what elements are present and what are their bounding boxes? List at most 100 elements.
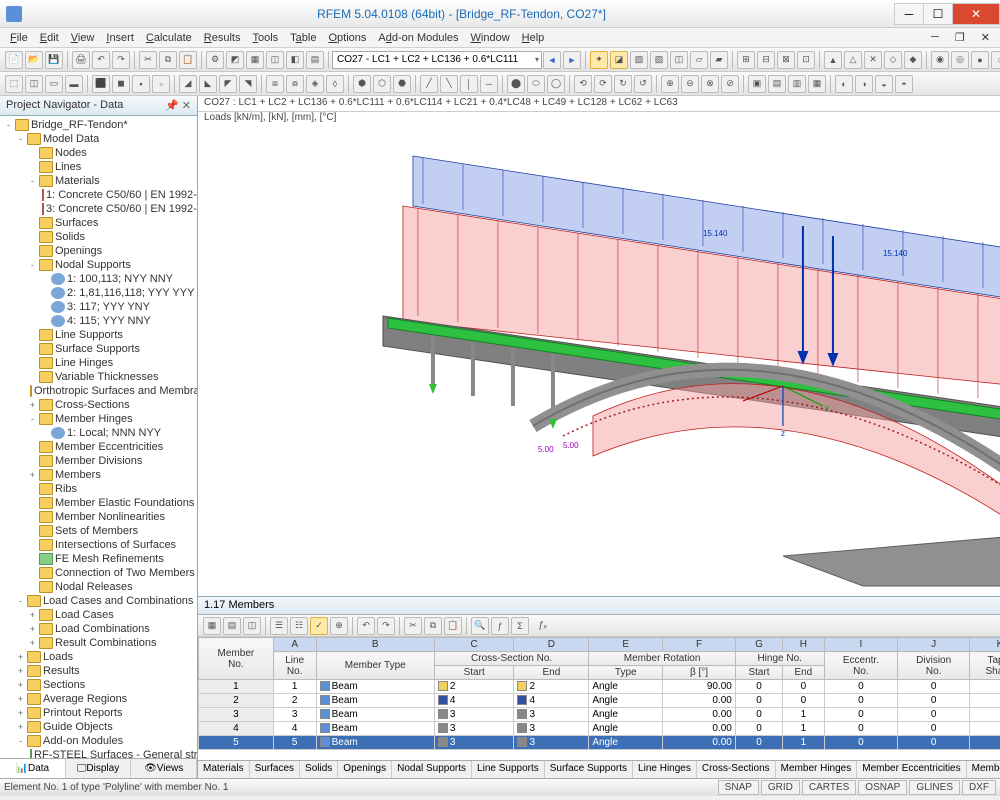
tool-icon[interactable]: ▤ bbox=[768, 75, 786, 93]
tool-icon[interactable]: ◓ bbox=[895, 75, 913, 93]
status-osnap[interactable]: OSNAP bbox=[858, 780, 907, 795]
tree-item[interactable]: +Members bbox=[0, 468, 197, 482]
tool-icon[interactable]: ⊠ bbox=[777, 51, 795, 69]
tool-icon[interactable]: ▦ bbox=[246, 51, 264, 69]
tree-item[interactable]: 2: 1,81,116,118; YYY YYY bbox=[0, 286, 197, 300]
tool-icon[interactable]: │ bbox=[460, 75, 478, 93]
tool-icon[interactable]: ▰ bbox=[710, 51, 728, 69]
tool-icon[interactable]: ▨ bbox=[650, 51, 668, 69]
tool-icon[interactable]: ⧈ bbox=[266, 75, 284, 93]
tool-icon[interactable]: ◑ bbox=[855, 75, 873, 93]
tree-item[interactable]: -Member Hinges bbox=[0, 412, 197, 426]
tool-icon[interactable]: ◤ bbox=[219, 75, 237, 93]
tool-icon[interactable]: ◉ bbox=[931, 51, 949, 69]
tool-icon[interactable]: ◫ bbox=[243, 617, 261, 635]
tree-item[interactable]: Surface Supports bbox=[0, 342, 197, 356]
table-tab[interactable]: Solids bbox=[300, 761, 338, 778]
tree-item[interactable]: Intersections of Surfaces bbox=[0, 538, 197, 552]
menu-addon[interactable]: Add-on Modules bbox=[372, 30, 464, 46]
tool-icon[interactable]: ⊖ bbox=[681, 75, 699, 93]
members-table[interactable]: MemberNo.ABCDEFGHIJKLMNOLineNo.Member Ty… bbox=[198, 637, 1000, 760]
table-tab[interactable]: Member Divisions bbox=[967, 761, 1000, 778]
tab-display[interactable]: 🖵 Display bbox=[66, 759, 132, 778]
cut-icon[interactable]: ✂ bbox=[139, 51, 157, 69]
menu-file[interactable]: File bbox=[4, 30, 34, 46]
tool-icon[interactable]: ⊡ bbox=[797, 51, 815, 69]
tool-icon[interactable]: ✦ bbox=[590, 51, 608, 69]
tree-item[interactable]: -Load Cases and Combinations bbox=[0, 594, 197, 608]
tree-item[interactable]: Member Elastic Foundations bbox=[0, 496, 197, 510]
tree-item[interactable]: Member Eccentricities bbox=[0, 440, 197, 454]
tool-icon[interactable]: ⬣ bbox=[393, 75, 411, 93]
tool-icon[interactable]: ⊕ bbox=[661, 75, 679, 93]
tool-icon[interactable]: ◫ bbox=[25, 75, 43, 93]
tree-item[interactable]: 1: Concrete C50/60 | EN 1992-1 bbox=[0, 188, 197, 202]
loadcase-combo[interactable]: CO27 - LC1 + LC2 + LC136 + 0.6*LC111 bbox=[332, 51, 542, 69]
tool-icon[interactable]: ▭ bbox=[45, 75, 63, 93]
tool-icon[interactable]: 📋 bbox=[444, 617, 462, 635]
tree-item[interactable]: +Sections bbox=[0, 678, 197, 692]
tree-item[interactable]: Connection of Two Members bbox=[0, 566, 197, 580]
tool-icon[interactable]: ◊ bbox=[326, 75, 344, 93]
tree-item[interactable]: +Loads bbox=[0, 650, 197, 664]
tool-icon[interactable]: ▲ bbox=[824, 51, 842, 69]
tool-icon[interactable]: ✕ bbox=[864, 51, 882, 69]
tree-item[interactable]: Variable Thicknesses bbox=[0, 370, 197, 384]
tree-item[interactable]: -Nodal Supports bbox=[0, 258, 197, 272]
menu-view[interactable]: View bbox=[65, 30, 101, 46]
tool-icon[interactable]: Σ bbox=[511, 617, 529, 635]
minimize-button[interactable]: ─ bbox=[894, 3, 924, 25]
mdi-restore[interactable]: ❐ bbox=[949, 29, 971, 46]
tool-icon[interactable]: ▫ bbox=[152, 75, 170, 93]
tree-item[interactable]: 3: 117; YYY YNY bbox=[0, 300, 197, 314]
tree-item[interactable]: -Add-on Modules bbox=[0, 734, 197, 748]
table-tab[interactable]: Member Hinges bbox=[776, 761, 858, 778]
tree-item[interactable]: 3: Concrete C50/60 | EN 1992-1 bbox=[0, 202, 197, 216]
tool-icon[interactable]: ↺ bbox=[634, 75, 652, 93]
close-button[interactable]: ✕ bbox=[952, 3, 1000, 25]
tree-item[interactable]: +Results bbox=[0, 664, 197, 678]
tool-icon[interactable]: ◫ bbox=[266, 51, 284, 69]
tree-item[interactable]: RF-STEEL Surfaces - General stress bbox=[0, 748, 197, 758]
status-grid[interactable]: GRID bbox=[761, 780, 800, 795]
tool-icon[interactable]: ▪ bbox=[132, 75, 150, 93]
tool-icon[interactable]: ✓ bbox=[310, 617, 328, 635]
tool-icon[interactable]: △ bbox=[844, 51, 862, 69]
tool-icon[interactable]: ◇ bbox=[884, 51, 902, 69]
tool-icon[interactable]: ▱ bbox=[690, 51, 708, 69]
tool-icon[interactable]: ⊗ bbox=[701, 75, 719, 93]
tree-item[interactable]: 4: 115; YYY NNY bbox=[0, 314, 197, 328]
tool-icon[interactable]: ▬ bbox=[65, 75, 83, 93]
tree-item[interactable]: +Average Regions bbox=[0, 692, 197, 706]
tool-icon[interactable]: ⚙ bbox=[206, 51, 224, 69]
tool-icon[interactable]: ▦ bbox=[808, 75, 826, 93]
tree-item[interactable]: Orthotropic Surfaces and Membra bbox=[0, 384, 197, 398]
paste-icon[interactable]: 📋 bbox=[179, 51, 197, 69]
tree-item[interactable]: Lines bbox=[0, 160, 197, 174]
tab-views[interactable]: 👁 Views bbox=[131, 759, 197, 778]
tree-item[interactable]: +Printout Reports bbox=[0, 706, 197, 720]
tree-item[interactable]: Surfaces bbox=[0, 216, 197, 230]
tool-icon[interactable]: ◢ bbox=[179, 75, 197, 93]
tool-icon[interactable]: ▤ bbox=[223, 617, 241, 635]
tool-icon[interactable]: ⬚ bbox=[5, 75, 23, 93]
copy-icon[interactable]: ⧉ bbox=[159, 51, 177, 69]
tool-icon[interactable]: ▤ bbox=[306, 51, 324, 69]
tool-icon[interactable]: ● bbox=[971, 51, 989, 69]
tree-item[interactable]: -Model Data bbox=[0, 132, 197, 146]
mdi-minimize[interactable]: ─ bbox=[925, 29, 945, 46]
tool-icon[interactable]: ⬡ bbox=[373, 75, 391, 93]
tree-item[interactable]: +Load Cases bbox=[0, 608, 197, 622]
tool-icon[interactable]: ⟳ bbox=[594, 75, 612, 93]
tree-item[interactable]: FE Mesh Refinements bbox=[0, 552, 197, 566]
table-tab[interactable]: Member Eccentricities bbox=[857, 761, 966, 778]
tool-icon[interactable]: ☰ bbox=[270, 617, 288, 635]
table-tab[interactable]: Surfaces bbox=[250, 761, 300, 778]
tool-icon[interactable]: ▦ bbox=[203, 617, 221, 635]
tool-icon[interactable]: ◆ bbox=[904, 51, 922, 69]
tool-icon[interactable]: ⊟ bbox=[757, 51, 775, 69]
maximize-button[interactable]: ☐ bbox=[923, 3, 953, 25]
tool-icon[interactable]: ○ bbox=[991, 51, 1000, 69]
tool-icon[interactable]: ✂ bbox=[404, 617, 422, 635]
prev-lc-icon[interactable]: ◄ bbox=[543, 51, 561, 69]
